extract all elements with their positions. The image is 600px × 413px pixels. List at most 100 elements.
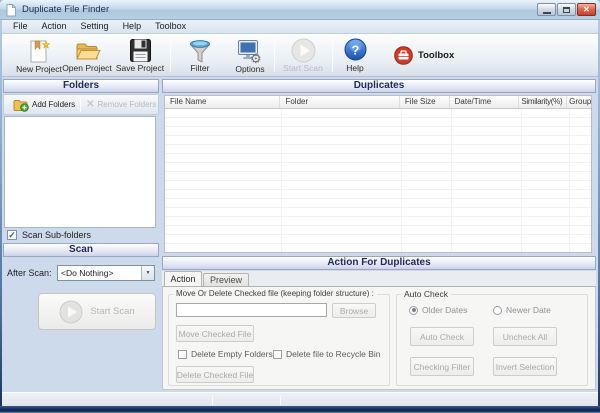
column-divider — [401, 109, 402, 252]
menu-help[interactable]: Help — [116, 20, 149, 33]
start-scan-toolbar-button: Start Scan — [277, 37, 329, 74]
options-button[interactable]: ⚙ Options — [224, 37, 276, 74]
scan-subfolders-checkbox[interactable] — [7, 230, 17, 240]
window-bottom-border — [0, 406, 600, 413]
scan-subfolders-label: Scan Sub-folders — [22, 230, 92, 240]
new-project-icon: ★ — [28, 38, 50, 64]
close-button[interactable]: ✕ — [577, 3, 596, 16]
newer-date-option[interactable]: Newer Date — [493, 305, 551, 315]
action-panel-header: Action For Duplicates — [162, 256, 596, 270]
column-divider — [569, 109, 570, 252]
older-dates-radio[interactable] — [409, 305, 418, 315]
checking-filter-button: Checking Filter — [410, 357, 474, 376]
add-folder-icon — [13, 98, 29, 112]
menu-setting[interactable]: Setting — [74, 20, 116, 33]
older-dates-label: Older Dates — [422, 305, 468, 315]
delete-to-recycle-checkbox[interactable] — [273, 349, 282, 359]
maximize-icon — [563, 6, 570, 13]
minimize-button[interactable] — [537, 3, 556, 16]
after-scan-value: <Do Nothing> — [61, 268, 114, 278]
remove-folder-icon: ✕ — [86, 98, 95, 110]
delete-to-recycle-label: Delete file to Recycle Bin — [286, 349, 381, 359]
start-scan-button: Start Scan — [38, 293, 156, 330]
folders-toolbar-divider — [80, 97, 82, 112]
column-divider — [451, 109, 452, 252]
move-path-input[interactable] — [176, 303, 327, 317]
toolbar-divider — [170, 39, 171, 72]
delete-empty-folders-option[interactable]: Delete Empty Folders — [178, 349, 273, 359]
open-project-icon — [74, 38, 101, 63]
tab-strip: Action Preview — [162, 271, 596, 286]
uncheck-all-button: Uncheck All — [493, 327, 557, 346]
newer-date-radio[interactable] — [493, 305, 502, 315]
column-file-size[interactable]: File Size — [400, 96, 450, 108]
menu-bar: File Action Setting Help Toolbox — [2, 20, 598, 34]
help-button[interactable]: ? Help — [335, 37, 375, 74]
options-icon: ⚙ — [237, 38, 264, 64]
toolbox-button[interactable]: Toolbox — [388, 41, 460, 69]
close-icon: ✕ — [583, 5, 590, 14]
folder-list[interactable] — [4, 116, 156, 228]
maximize-button[interactable] — [557, 3, 576, 16]
older-dates-option[interactable]: Older Dates — [409, 305, 467, 315]
duplicates-table-body[interactable] — [165, 109, 591, 252]
scan-subfolders-option[interactable]: Scan Sub-folders — [7, 230, 91, 240]
help-icon: ? — [344, 38, 367, 61]
scan-panel-header: Scan — [3, 243, 159, 257]
duplicates-table-header: File Name Folder File Size Date/Time Sim… — [165, 96, 591, 109]
menu-file[interactable]: File — [6, 20, 35, 33]
tab-action[interactable]: Action — [164, 271, 202, 286]
svg-text:⚙: ⚙ — [250, 51, 262, 64]
window-title: Duplicate File Finder — [22, 4, 110, 15]
auto-check-button: Auto Check — [410, 327, 474, 346]
delete-to-recycle-option[interactable]: Delete file to Recycle Bin — [273, 349, 381, 359]
column-date-time[interactable]: Date/Time — [450, 96, 520, 108]
svg-text:?: ? — [351, 43, 359, 58]
filter-button[interactable]: Filter — [174, 37, 226, 74]
status-bar — [2, 392, 598, 406]
save-project-icon — [129, 38, 152, 63]
folders-panel-header: Folders — [3, 79, 159, 93]
delete-checked-file-button: Delete Checked File — [176, 366, 254, 383]
delete-empty-folders-label: Delete Empty Folders — [191, 349, 273, 359]
statusbar-divider — [280, 395, 281, 405]
move-delete-legend: Move Or Delete Checked file (keeping fol… — [173, 289, 377, 298]
column-divider — [521, 109, 522, 252]
menu-action[interactable]: Action — [35, 20, 74, 33]
column-similarity[interactable]: Similarity(%) — [519, 96, 568, 108]
newer-date-label: Newer Date — [506, 305, 551, 315]
delete-empty-folders-checkbox[interactable] — [178, 349, 187, 359]
browse-button: Browse — [332, 303, 376, 318]
app-window: Duplicate File Finder ✕ File Action Sett… — [0, 0, 600, 413]
column-folder[interactable]: Folder — [280, 96, 400, 108]
remove-folders-button: ✕ Remove Folders — [86, 98, 157, 110]
svg-text:★: ★ — [42, 40, 51, 51]
menu-toolbox[interactable]: Toolbox — [148, 20, 193, 33]
toolbar-divider — [332, 39, 333, 72]
move-checked-file-button: Move Checked File — [176, 325, 254, 342]
after-scan-label: After Scan: — [7, 268, 52, 278]
save-project-button[interactable]: Save Project — [114, 37, 166, 74]
toolbar-divider — [274, 39, 275, 72]
new-project-button[interactable]: ★ New Project — [13, 37, 65, 74]
invert-selection-button: Invert Selection — [493, 357, 557, 376]
play-icon — [59, 300, 83, 324]
after-scan-dropdown[interactable]: <Do Nothing> ▼ — [57, 265, 155, 281]
dropdown-arrow-icon[interactable]: ▼ — [141, 266, 154, 280]
open-project-button[interactable]: Open Project — [61, 37, 113, 74]
tab-preview[interactable]: Preview — [203, 273, 249, 286]
duplicates-table[interactable]: File Name Folder File Size Date/Time Sim… — [164, 95, 592, 253]
folders-toolbar: Add Folders ✕ Remove Folders — [3, 94, 159, 115]
statusbar-divider — [212, 395, 213, 405]
start-scan-icon — [291, 38, 316, 63]
title-bar[interactable]: Duplicate File Finder ✕ — [0, 0, 600, 20]
minimize-icon — [542, 11, 551, 14]
toolbar: ★ New Project Open Project Save Project … — [2, 34, 598, 77]
app-icon — [6, 3, 17, 17]
add-folders-button[interactable]: Add Folders — [11, 96, 77, 114]
column-group[interactable]: Group — [567, 96, 591, 108]
column-file-name[interactable]: File Name — [165, 96, 281, 108]
toolbox-icon — [394, 45, 413, 65]
column-divider — [281, 109, 282, 252]
duplicates-panel-header: Duplicates — [162, 79, 596, 93]
